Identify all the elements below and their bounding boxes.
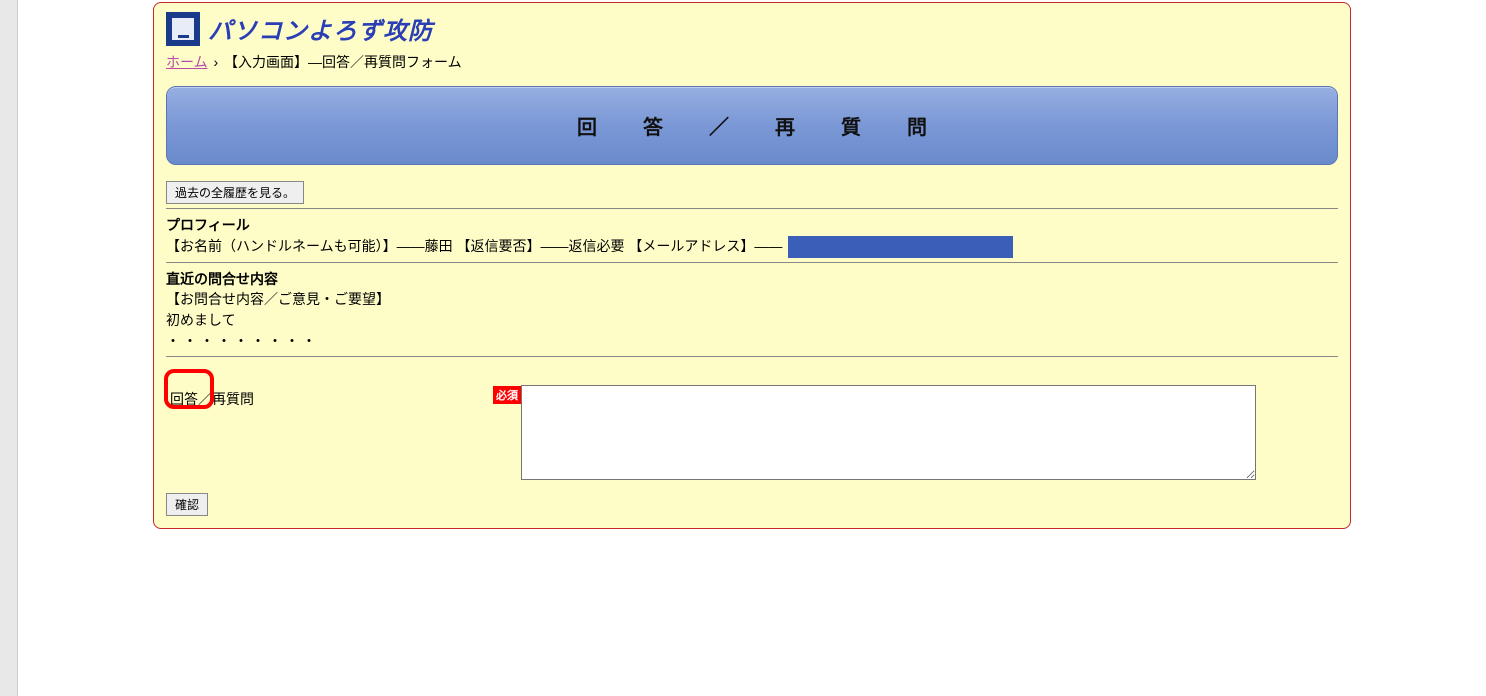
redacted-email	[788, 236, 1013, 258]
confirm-button[interactable]: 確認	[166, 493, 208, 516]
inquiry-heading: 直近の問合せ内容	[166, 269, 1338, 289]
inquiry-label: 【お問合せ内容／ご意見・ご要望】	[166, 289, 1338, 310]
breadcrumb-separator: ›	[213, 54, 218, 70]
divider	[166, 208, 1338, 209]
inquiry-section: 直近の問合せ内容 【お問合せ内容／ご意見・ご要望】 初めまして ・・・・・・・・…	[166, 269, 1338, 352]
page-banner: 回答／再質問	[166, 86, 1338, 165]
profile-text: 【お名前（ハンドルネームも可能）】――藤田 【返信要否】――返信必要 【メールア…	[166, 238, 782, 254]
answer-form-row: 回答／再質問 必須	[166, 385, 1338, 483]
breadcrumb-home-link[interactable]: ホーム	[166, 54, 208, 70]
required-badge: 必須	[493, 386, 521, 404]
confirm-row: 確認	[166, 493, 1338, 516]
inquiry-body-line: 初めまして	[166, 310, 1338, 331]
divider	[166, 356, 1338, 357]
profile-heading: プロフィール	[166, 215, 1338, 235]
computer-icon	[166, 12, 200, 46]
view-history-button[interactable]: 過去の全履歴を見る。	[166, 181, 304, 204]
site-header: パソコンよろず攻防	[166, 11, 1338, 46]
inquiry-body-dots: ・・・・・・・・・	[166, 331, 1338, 352]
profile-details: 【お名前（ハンドルネームも可能）】――藤田 【返信要否】――返信必要 【メールア…	[166, 235, 1338, 258]
answer-textarea[interactable]	[521, 385, 1256, 480]
profile-section: プロフィール 【お名前（ハンドルネームも可能）】――藤田 【返信要否】――返信必…	[166, 215, 1338, 258]
answer-field-label: 回答／再質問	[166, 391, 254, 407]
main-container: パソコンよろず攻防 ホーム › 【入力画面】―回答／再質問フォーム 回答／再質問…	[153, 2, 1351, 529]
breadcrumb-current: 【入力画面】―回答／再質問フォーム	[224, 54, 462, 70]
history-button-row: 過去の全履歴を見る。	[166, 181, 1338, 204]
site-title: パソコンよろず攻防	[208, 11, 433, 46]
breadcrumb: ホーム › 【入力画面】―回答／再質問フォーム	[166, 52, 1338, 72]
divider	[166, 262, 1338, 263]
banner-title: 回答／再質問	[531, 117, 973, 139]
